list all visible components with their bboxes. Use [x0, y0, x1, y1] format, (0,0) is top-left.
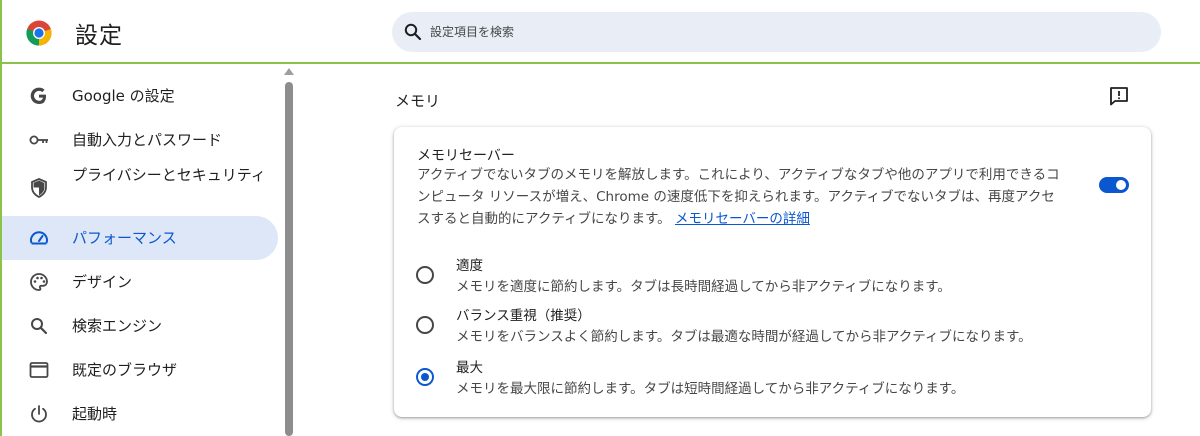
option-label: 適度 — [456, 258, 483, 274]
option-description: メモリを最大限に節約します。タブは短時間経過してから非アクティブになります。 — [456, 381, 965, 397]
option-maximum[interactable]: 最大 メモリを最大限に節約します。タブは短時間経過してから非アクティブになります… — [394, 352, 1151, 400]
browser-window-icon — [29, 362, 49, 378]
search-input[interactable] — [430, 12, 1130, 52]
memory-saver-toggle[interactable] — [1099, 177, 1129, 193]
sidebar-item-label: パフォーマンス — [72, 229, 177, 247]
learn-more-link[interactable]: メモリセーバーの詳細 — [675, 211, 810, 227]
sidebar: Google の設定 自動入力とパスワード プライバシーとセキュリティ パフォー… — [2, 66, 282, 436]
option-description: メモリをバランスよく節約します。タブは最適な時間が経過してから非アクティブになり… — [456, 329, 1032, 345]
section-title: メモリ — [395, 92, 441, 110]
sidebar-item-label: デザイン — [72, 273, 133, 291]
header: 設定 — [2, 0, 1200, 64]
key-icon — [29, 135, 48, 145]
sidebar-item-label: Google の設定 — [72, 87, 175, 105]
sidebar-item-on-startup[interactable]: 起動時 — [2, 392, 278, 436]
toggle-knob — [1116, 180, 1126, 190]
sidebar-item-label: 既定のブラウザ — [72, 361, 178, 379]
option-balanced[interactable]: バランス重視（推奨） メモリをバランスよく節約します。タブは最適な時間が経過して… — [394, 300, 1151, 348]
shield-icon — [31, 178, 47, 199]
sidebar-item-search-engine[interactable]: 検索エンジン — [2, 304, 278, 348]
palette-icon — [30, 273, 48, 291]
memory-saver-description: アクティブでないタブのメモリを解放します。これにより、アクティブなタブや他のアプ… — [417, 164, 1067, 230]
sidebar-item-default-browser[interactable]: 既定のブラウザ — [2, 348, 278, 392]
option-description: メモリを適度に節約します。タブは長時間経過してから非アクティブになります。 — [456, 279, 951, 295]
option-moderate[interactable]: 適度 メモリを適度に節約します。タブは長時間経過してから非アクティブになります。 — [394, 250, 1151, 298]
sidebar-scrollbar[interactable] — [284, 66, 294, 436]
memory-saver-title: メモリセーバー — [417, 148, 515, 164]
sidebar-item-label: 検索エンジン — [72, 317, 163, 335]
sidebar-item-performance[interactable]: パフォーマンス — [2, 216, 278, 260]
page-title: 設定 — [75, 23, 123, 49]
google-icon — [30, 87, 46, 104]
sidebar-item-privacy[interactable]: プライバシーとセキュリティ — [2, 162, 278, 214]
search-bar[interactable] — [392, 12, 1161, 52]
sidebar-item-autofill[interactable]: 自動入力とパスワード — [2, 118, 278, 162]
feedback-icon[interactable] — [1108, 86, 1130, 106]
radio-maximum[interactable] — [416, 368, 434, 386]
power-icon — [31, 405, 47, 423]
sidebar-item-appearance[interactable]: デザイン — [2, 260, 278, 304]
sidebar-item-label: プライバシーとセキュリティ — [72, 166, 266, 184]
option-label: 最大 — [456, 360, 483, 376]
radio-moderate[interactable] — [416, 266, 434, 284]
scroll-thumb[interactable] — [285, 82, 293, 436]
memory-saver-card: メモリセーバー アクティブでないタブのメモリを解放します。これにより、アクティブ… — [394, 127, 1151, 417]
chrome-logo-icon — [26, 20, 52, 46]
speedometer-icon — [30, 231, 48, 245]
sidebar-item-label: 自動入力とパスワード — [72, 131, 223, 149]
search-icon — [404, 23, 422, 41]
sidebar-item-google[interactable]: Google の設定 — [2, 74, 278, 118]
sidebar-item-label: 起動時 — [72, 405, 118, 423]
scroll-up-arrow-icon[interactable] — [284, 68, 294, 75]
option-label: バランス重視（推奨） — [456, 308, 591, 324]
search-icon — [31, 318, 48, 335]
radio-balanced[interactable] — [416, 316, 434, 334]
